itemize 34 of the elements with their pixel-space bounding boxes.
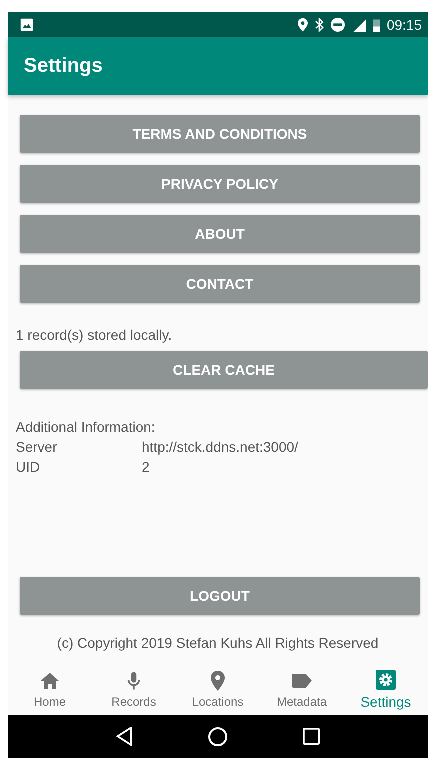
home-icon [40,671,60,691]
label-icon [292,671,312,691]
home-circle-icon[interactable] [208,726,228,746]
nav-item[interactable]: Settings [344,665,428,715]
info-value: http://stck.ddns.net:3000/ [142,438,298,457]
battery-icon [372,18,380,32]
info-heading: Additional Information: [16,418,156,437]
do-not-disturb-icon [330,18,345,32]
location-icon [298,18,308,32]
settings-icon [376,670,396,690]
signal-icon [352,18,366,32]
image-icon [20,18,34,32]
nav-item[interactable]: Metadata [260,665,344,715]
copyright-text: (c) Copyright 2019 Stefan Kuhs All Rights Reserved [56,635,380,651]
clear-cache-button[interactable]: CLEAR CACHE [20,351,428,389]
info-value: 2 [142,458,150,477]
menu-button[interactable]: ABOUT [20,215,420,253]
logout-button[interactable]: LOGOUT [20,577,420,615]
menu-button[interactable]: PRIVACY POLICY [20,165,420,203]
menu-button[interactable]: CONTACT [20,265,420,303]
back-icon[interactable] [116,727,133,746]
microphone-icon [127,671,141,691]
nav-item[interactable]: Records [92,665,176,715]
cache-message: 1 record(s) stored locally. [16,327,174,343]
menu-button[interactable]: TERMS AND CONDITIONS [20,115,420,153]
info-label: UID [16,458,42,477]
nav-item[interactable]: Locations [176,665,260,715]
status-time: 09:15 [386,16,422,32]
overview-icon[interactable] [303,728,320,745]
info-label: Server [16,438,58,457]
screen-title: Settings [24,54,103,78]
nav-item[interactable]: Home [8,665,92,715]
location-pin-icon [211,671,225,691]
bluetooth-icon [314,18,324,32]
